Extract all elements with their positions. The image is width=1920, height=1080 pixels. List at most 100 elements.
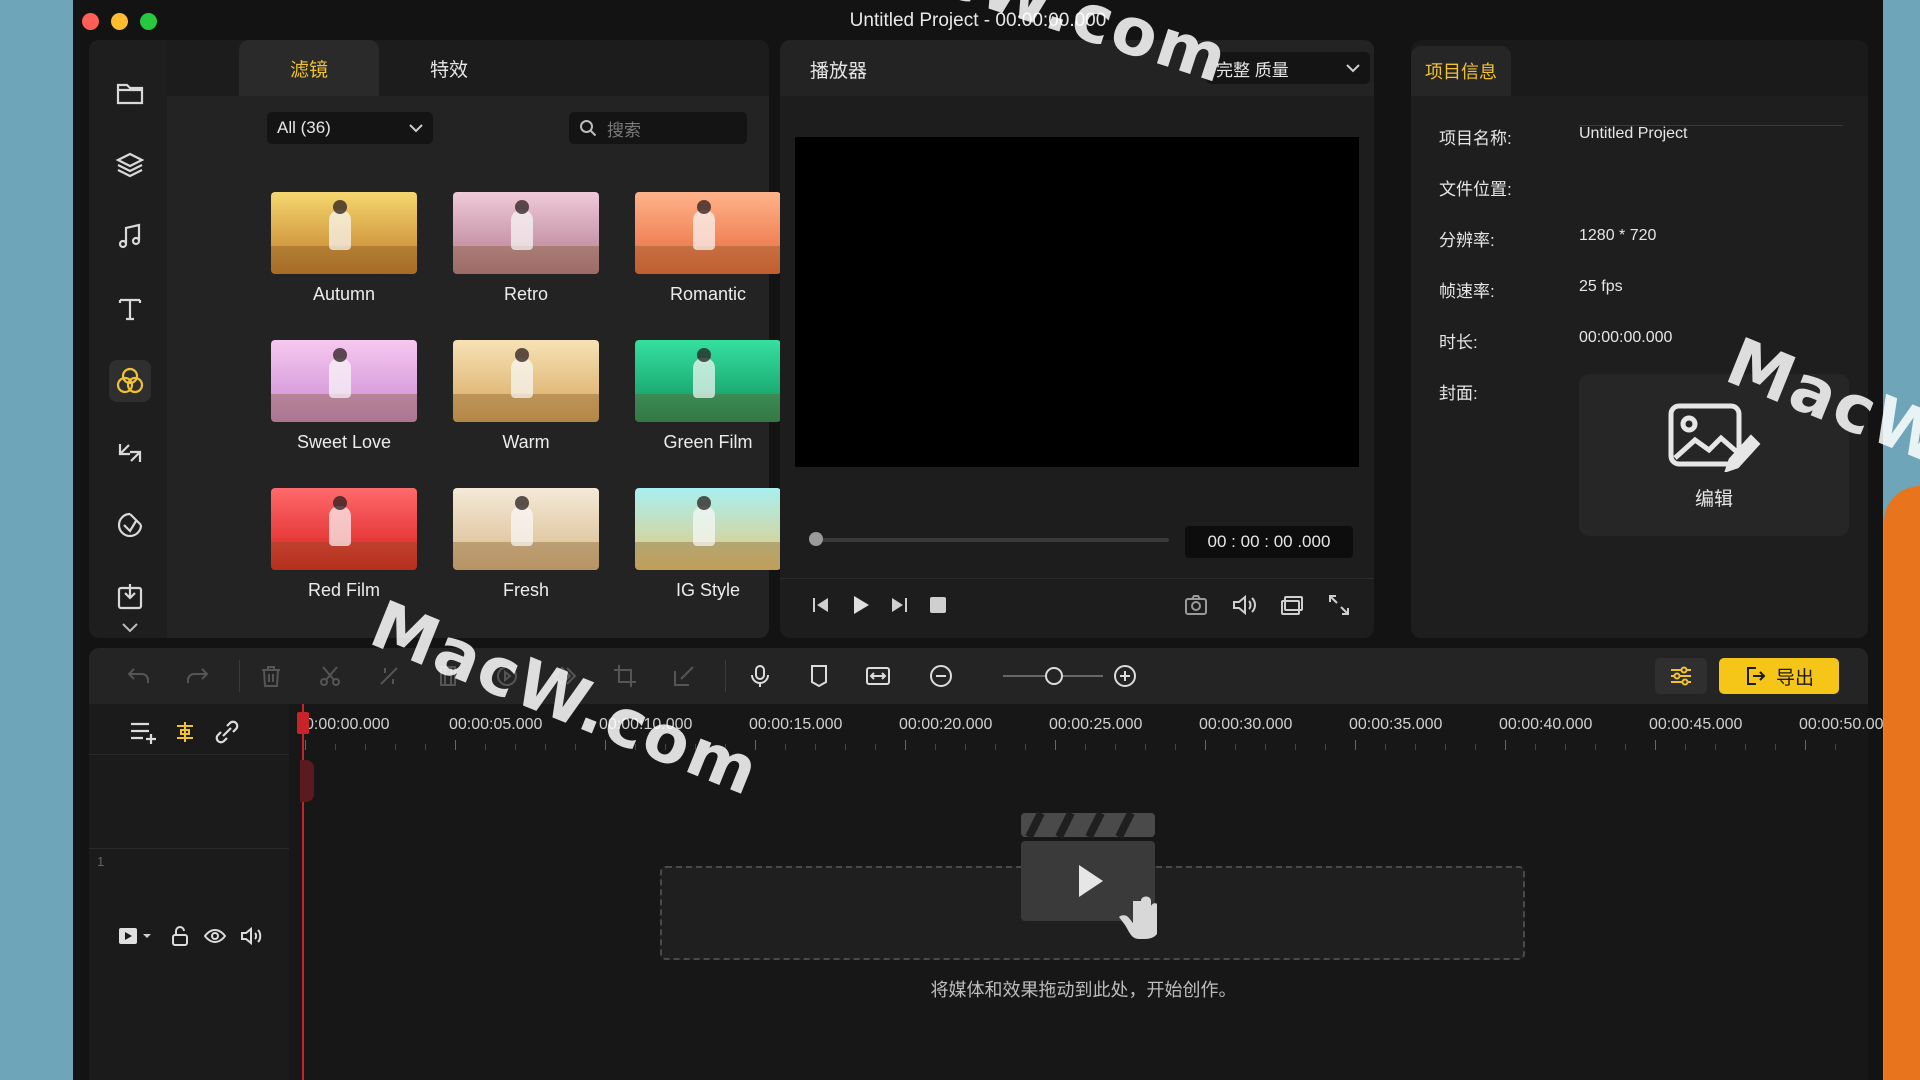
filter-label: Autumn [312,284,376,304]
ruler-minor-mark [785,744,786,750]
category-select[interactable]: All (36) [267,112,433,144]
text-icon [118,298,142,321]
track-lock-button[interactable] [169,924,191,948]
track-mute-button[interactable] [239,924,263,948]
search-input[interactable]: 搜索 [569,112,747,144]
ruler-minor-mark [1385,744,1386,750]
track-type-select[interactable] [117,924,157,948]
link-toggle[interactable] [213,718,241,746]
playback-scrubber[interactable] [809,532,1169,546]
filter-thumbnail [635,340,781,422]
sidebar-item-stickers[interactable] [109,504,151,546]
info-label: 帧速率: [1439,282,1495,301]
background-decoration [1884,486,1920,1080]
ruler-minor-mark [1595,744,1596,750]
marker-button[interactable] [803,660,835,692]
ruler-minor-mark [1175,744,1176,750]
ruler-minor-mark [1145,744,1146,750]
sidebar-item-text[interactable] [109,288,151,330]
tab-project-info[interactable]: 项目信息 [1411,46,1511,96]
add-track-button[interactable] [129,718,159,746]
ruler-minor-mark [1325,744,1326,750]
marker-icon [811,665,827,688]
undo-button[interactable] [123,660,155,692]
info-label: 项目名称: [1439,129,1512,148]
track-visibility-button[interactable] [203,924,227,948]
ruler-tick-label: 00:00:15.000 [749,716,843,733]
sidebar-item-filters[interactable] [109,360,151,402]
category-select-value: All (36) [277,118,331,137]
prev-frame-button[interactable] [808,592,834,623]
filter-item[interactable]: Retro [453,192,599,334]
zoom-in-button[interactable] [1109,660,1141,692]
edit-button[interactable] [668,660,700,692]
delete-button[interactable] [255,660,287,692]
snapshot-button[interactable] [1183,592,1209,623]
media-sidebar [89,40,171,638]
ruler-minor-mark [965,744,966,750]
split-button[interactable] [314,660,346,692]
speaker-icon [241,926,262,946]
next-frame-button[interactable] [886,592,912,623]
stop-button[interactable] [925,592,951,623]
aspect-ratio-button[interactable] [1279,592,1305,623]
ruler-minor-mark [1085,744,1086,750]
sidebar-item-layers[interactable] [109,144,151,186]
drop-hint: 将媒体和效果拖动到此处，开始创作。 [930,980,1237,1000]
divider [239,660,240,692]
player-panel: 播放器 完整 质量 00 : 00 : 00 .000 [780,40,1374,638]
zoom-out-button[interactable] [925,660,957,692]
ruler-minor-mark [815,744,816,750]
playhead-tab [300,760,314,802]
ruler-tick-mark [305,740,306,750]
quality-select[interactable]: 完整 质量 [1206,52,1370,84]
fit-width-icon [866,667,890,685]
playhead[interactable] [297,704,314,1080]
sidebar-item-media[interactable] [109,72,151,114]
info-value: 00:00:00.000 [1579,329,1673,346]
sidebar-item-transitions[interactable] [109,432,151,474]
scrubber-handle[interactable] [809,532,823,546]
filter-item[interactable]: Romantic [635,192,781,334]
fit-timeline-button[interactable] [862,660,894,692]
import-icon [117,584,143,610]
zoom-slider[interactable] [1003,667,1103,685]
tab-effects[interactable]: 特效 [379,40,519,96]
filter-item[interactable]: Warm [453,340,599,482]
ruler-minor-mark [935,744,936,750]
track-headers: 1 [89,704,289,1080]
folder-icon [116,83,144,105]
filter-item[interactable]: Fresh [453,488,599,630]
app-window: Untitled Project - 00:00:00.000 滤镜 特效 Al… [73,0,1884,1080]
sidebar-item-import[interactable] [109,576,151,618]
redo-button[interactable] [181,660,213,692]
tab-filters[interactable]: 滤镜 [239,40,379,96]
sidebar-more-button[interactable] [117,620,143,636]
play-button[interactable] [847,592,873,623]
ruler-tick-label: 00:00:45.000 [1649,716,1743,733]
snap-toggle[interactable] [171,718,199,746]
ruler-minor-mark [395,744,396,750]
zoom-slider-handle[interactable] [1045,667,1063,685]
info-value: Untitled Project [1579,125,1688,142]
record-voice-button[interactable] [744,660,776,692]
settings-button[interactable] [1655,658,1707,694]
video-track-icon [119,928,151,944]
link-icon [215,720,239,744]
playhead-handle[interactable] [297,712,309,734]
expand-icon [1329,595,1349,615]
fullscreen-button[interactable] [1326,592,1352,623]
info-label: 分辨率: [1439,231,1495,250]
sidebar-item-audio[interactable] [109,216,151,258]
magnet-snap-icon [177,722,193,742]
filter-item[interactable]: Green Film [635,340,781,482]
cover-edit-label: 编辑 [1694,489,1733,510]
volume-button[interactable] [1231,592,1257,623]
export-button[interactable]: 导出 [1719,658,1839,694]
filter-item[interactable]: IG Style [635,488,781,630]
ruler-tick-mark [455,740,456,750]
info-value: 25 fps [1579,278,1623,295]
edit-icon [674,666,694,686]
filter-item[interactable]: Autumn [271,192,417,334]
filter-item[interactable]: Sweet Love [271,340,417,482]
